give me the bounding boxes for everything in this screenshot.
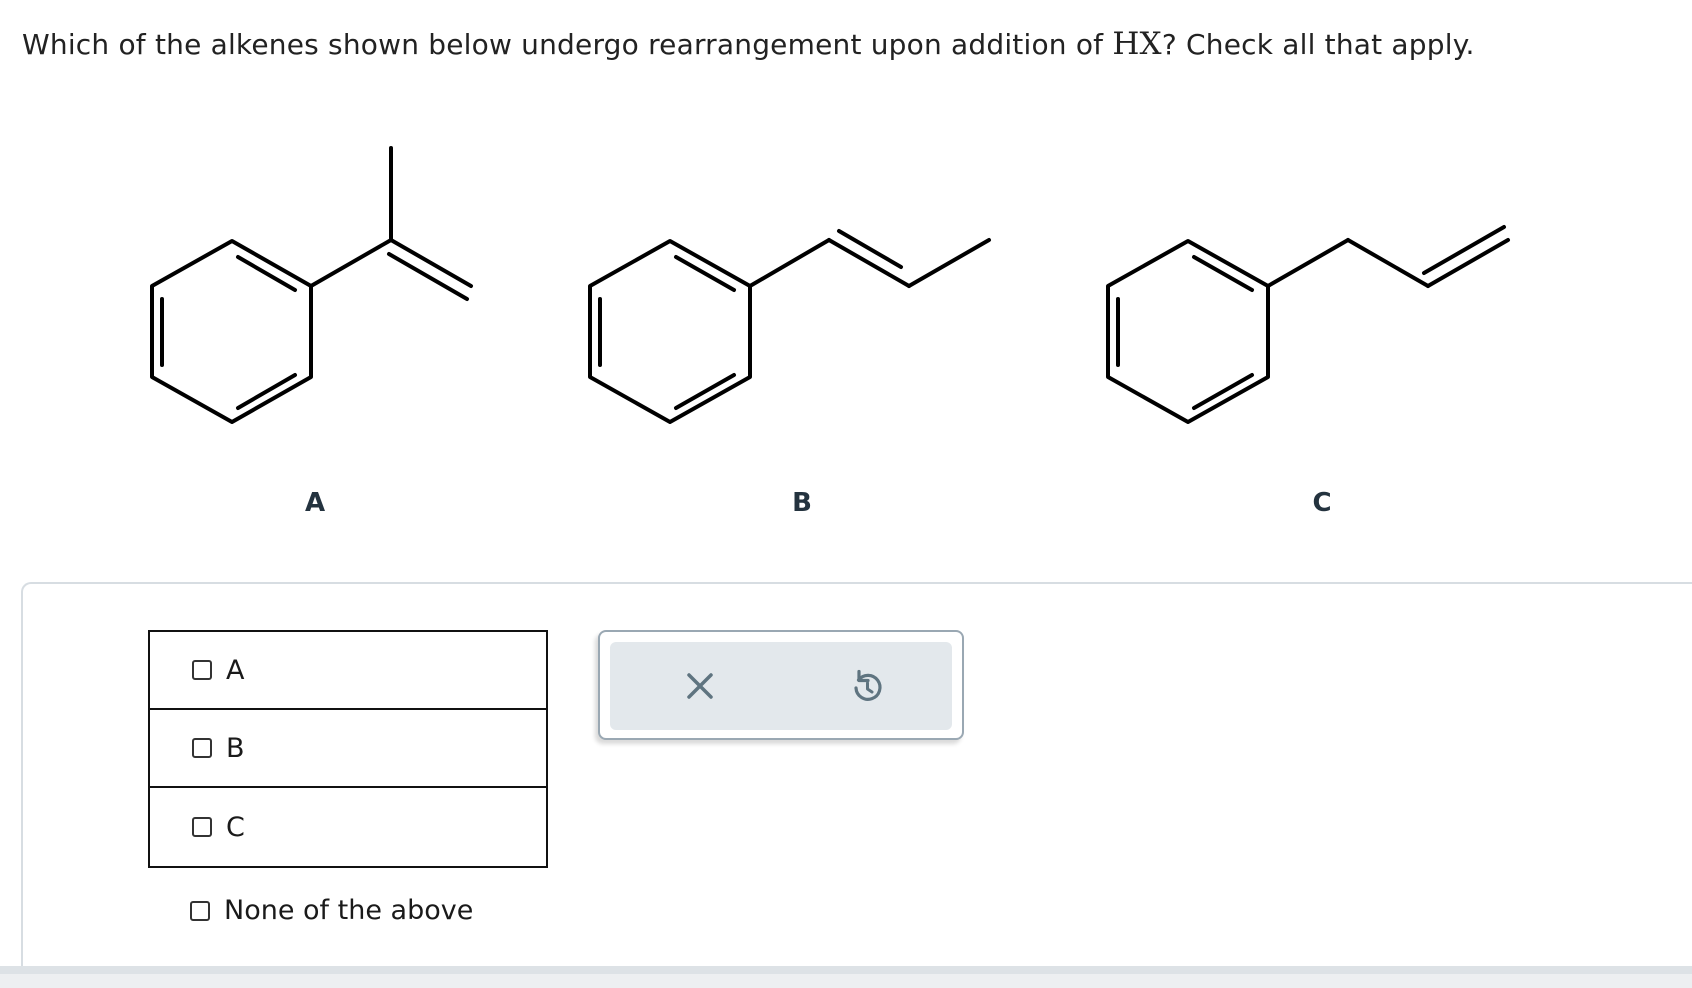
choice-b-checkbox[interactable]	[192, 738, 212, 758]
question-text: Which of the alkenes shown below undergo…	[22, 26, 1475, 62]
choice-a-checkbox[interactable]	[192, 660, 212, 680]
choice-table: A B C	[148, 630, 548, 868]
molecule-c-structure	[1106, 225, 1510, 424]
choice-none[interactable]: None of the above	[190, 895, 473, 926]
choice-c-checkbox[interactable]	[192, 817, 212, 837]
undo-icon	[854, 669, 882, 701]
clear-button[interactable]	[676, 662, 724, 710]
question-suffix: ? Check all that apply.	[1161, 28, 1475, 61]
bottom-bar	[0, 966, 1692, 988]
choice-a[interactable]: A	[150, 632, 546, 710]
molecule-a-structure	[150, 146, 473, 424]
choice-c[interactable]: C	[150, 788, 546, 866]
reset-button[interactable]	[844, 662, 892, 710]
answer-tools-bar	[610, 642, 952, 730]
choice-none-label: None of the above	[224, 895, 474, 926]
molecule-label-a: A	[304, 488, 326, 518]
molecule-label-b: B	[792, 488, 812, 518]
molecule-label-c: C	[1312, 488, 1332, 518]
alkene-structures	[150, 146, 1510, 424]
choice-c-label: C	[226, 811, 245, 843]
close-icon	[687, 673, 713, 699]
answer-tools	[598, 630, 964, 740]
choice-none-checkbox[interactable]	[190, 900, 210, 921]
choice-b-label: B	[226, 732, 245, 764]
choice-b[interactable]: B	[150, 710, 546, 788]
molecule-b-structure	[588, 229, 991, 424]
choice-a-label: A	[226, 654, 245, 686]
question-prefix: Which of the alkenes shown below undergo…	[22, 28, 1113, 61]
question-formula: HX	[1112, 26, 1162, 62]
